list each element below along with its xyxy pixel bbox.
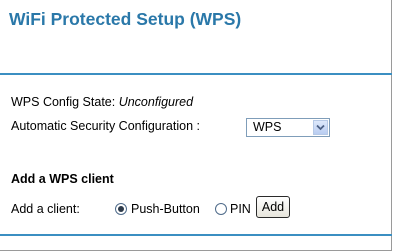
pin-label[interactable]: PIN — [230, 202, 251, 216]
top-divider — [0, 73, 392, 75]
radio-selected-dot — [118, 206, 124, 212]
auto-security-label: Automatic Security Configuration : — [11, 119, 200, 133]
auto-security-select[interactable]: WPS — [246, 118, 330, 137]
config-state-value: Unconfigured — [118, 95, 194, 109]
push-button-label[interactable]: Push-Button — [131, 202, 200, 216]
config-state-label: WPS Config State: — [11, 95, 116, 109]
chevron-down-icon[interactable] — [313, 120, 328, 135]
config-state-row: WPS Config State: Unconfigured — [11, 95, 193, 109]
push-button-radio[interactable] — [115, 203, 127, 215]
page-title: WiFi Protected Setup (WPS) — [9, 9, 242, 29]
bottom-divider — [0, 234, 392, 236]
add-client-prompt: Add a client: — [11, 202, 80, 216]
add-client-heading: Add a WPS client — [11, 172, 114, 186]
auto-security-selected-value: WPS — [253, 120, 282, 134]
pin-radio[interactable] — [215, 203, 227, 215]
add-client-button[interactable]: Add — [256, 196, 290, 218]
